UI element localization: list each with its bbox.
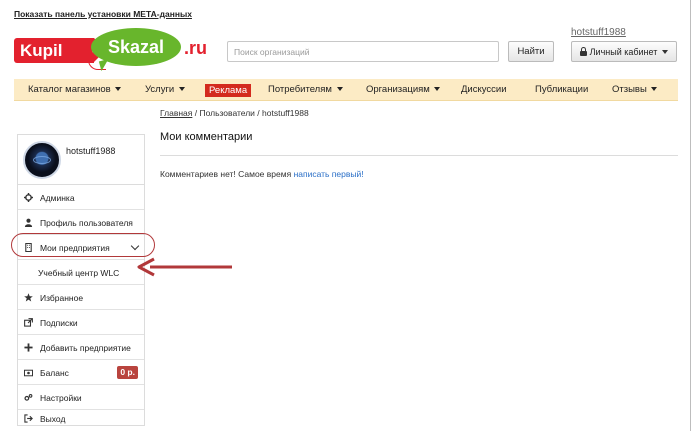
profile-box: hotstuff1988 [18, 135, 144, 185]
sidebar-item-subscriptions[interactable]: Подписки [18, 311, 144, 335]
sidebar-item-balance[interactable]: Баланс 0 р. [18, 361, 144, 385]
breadcrumb-users[interactable]: Пользователи [199, 108, 254, 118]
sidebar-item-label: Профиль пользователя [40, 217, 133, 228]
personal-cabinet-button[interactable]: Личный кабинет [571, 41, 677, 62]
main-nav: Каталог магазинов Услуги Реклама Потреби… [14, 79, 678, 101]
sidebar-item-profile[interactable]: Профиль пользователя [18, 211, 144, 235]
logo-skazal: Skazal [91, 28, 181, 66]
sidebar-item-logout[interactable]: Выход [18, 411, 144, 426]
window-edge [690, 0, 691, 431]
caret-down-icon [178, 87, 185, 91]
write-first-comment-link[interactable]: написать первый! [294, 169, 364, 179]
cogs-icon [24, 393, 33, 402]
arrow-left-annotation [137, 257, 232, 277]
sidebar-item-label: Админка [40, 192, 75, 203]
breadcrumb-separator: / [254, 108, 263, 118]
caret-down-icon [651, 87, 658, 91]
star-icon [24, 293, 33, 302]
external-link-icon [24, 318, 33, 327]
nav-item-reviews[interactable]: Отзывы [612, 79, 658, 101]
sidebar-item-label: Выход [40, 413, 66, 424]
nav-item-catalog[interactable]: Каталог магазинов [28, 79, 122, 101]
logout-icon [24, 414, 33, 423]
sidebar-item-label: Баланс [40, 367, 69, 378]
balance-badge: 0 р. [117, 366, 138, 379]
profile-name: hotstuff1988 [66, 146, 116, 156]
caret-down-icon [336, 87, 343, 91]
empty-comments-message: Комментариев нет! Самое время написать п… [160, 169, 364, 179]
nav-item-discussions[interactable]: Дискуссии [461, 79, 507, 101]
breadcrumb-home[interactable]: Главная [160, 108, 192, 118]
breadcrumb: Главная / Пользователи / hotstuff1988 [160, 108, 309, 118]
sidebar-subitem-wlc-training-center[interactable]: Учебный центр WLC [18, 261, 144, 285]
search-input[interactable] [227, 41, 499, 62]
breadcrumb-current: hotstuff1988 [262, 108, 309, 118]
money-icon [24, 368, 33, 377]
nav-item-organizations[interactable]: Организациям [366, 79, 441, 101]
plus-icon [24, 343, 33, 352]
sidebar-item-label: Подписки [40, 317, 78, 328]
nav-item-consumers[interactable]: Потребителям [268, 79, 343, 101]
user-icon [24, 218, 33, 227]
lock-icon [579, 47, 587, 56]
personal-cabinet-label: Личный кабинет [589, 46, 658, 57]
search-button[interactable]: Найти [508, 41, 554, 62]
nav-item-ads[interactable]: Реклама [205, 83, 252, 97]
caret-down-icon [115, 87, 122, 91]
title-divider [160, 155, 678, 156]
caret-down-icon [434, 87, 441, 91]
username-link[interactable]: hotstuff1988 [571, 27, 626, 38]
gear-icon [24, 193, 33, 202]
profile-sidebar: hotstuff1988 Админка Профиль пользовател… [17, 134, 145, 426]
sidebar-item-admin[interactable]: Админка [18, 186, 144, 210]
avatar[interactable] [23, 141, 61, 179]
nav-item-publications[interactable]: Публикации [535, 79, 588, 101]
sidebar-item-label: Избранное [40, 292, 84, 303]
site-logo[interactable]: Kupil Skazal .ru [14, 24, 219, 76]
sidebar-item-add-company[interactable]: Добавить предприятие [18, 336, 144, 360]
logo-kupil: Kupil [14, 38, 106, 63]
sidebar-item-label: Настройки [40, 392, 82, 403]
sidebar-item-label: Добавить предприятие [40, 342, 131, 353]
caret-down-icon [662, 49, 669, 54]
sidebar-item-label: Учебный центр WLC [38, 267, 120, 278]
nav-item-services[interactable]: Услуги [145, 79, 185, 101]
sidebar-item-favorites[interactable]: Избранное [18, 286, 144, 310]
sidebar-item-settings[interactable]: Настройки [18, 386, 144, 410]
page-title: Мои комментарии [160, 131, 253, 143]
highlight-oval-annotation [11, 233, 155, 257]
meta-data-panel-link[interactable]: Показать панель установки МЕТА-данных [14, 9, 192, 19]
logo-ru: .ru [184, 38, 208, 58]
